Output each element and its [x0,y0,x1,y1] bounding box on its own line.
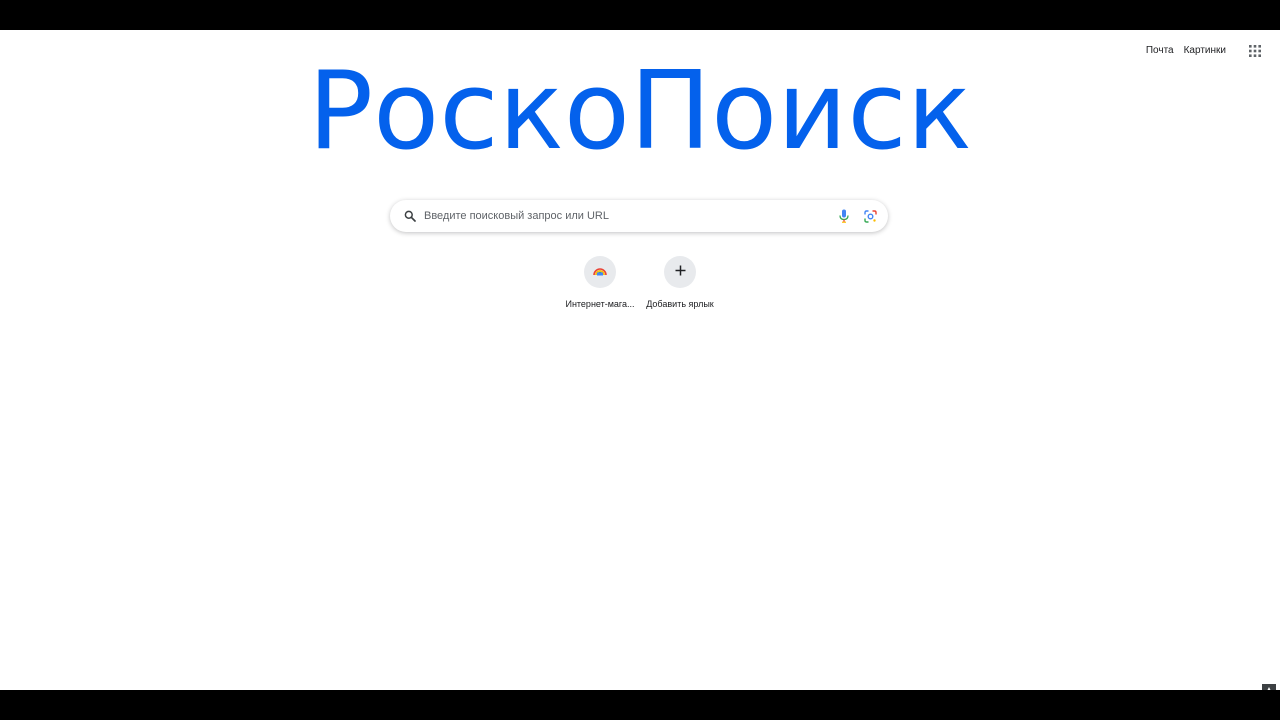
search-box[interactable] [390,200,888,232]
search-icon [403,209,417,223]
rainbow-icon [593,263,607,281]
shortcut-web-store[interactable]: Интернет-мага... [562,254,638,314]
shortcut-icon-circle [584,256,616,288]
plus-icon [675,263,686,281]
microphone-icon[interactable] [835,207,853,225]
shortcuts: Интернет-мага... Добавить ярлык [562,254,718,314]
search-input[interactable] [424,206,835,226]
shortcut-icon-circle [664,256,696,288]
add-shortcut-button[interactable]: Добавить ярлык [642,254,718,314]
shortcut-label: Добавить ярлык [646,299,714,309]
logo: РоскоПоиск [308,49,972,174]
letterbox-top [0,0,1280,30]
letterbox-bottom [0,690,1280,720]
lens-icon[interactable] [861,207,879,225]
new-tab-page: Почта Картинки РоскоПоиск Введите поиско… [0,30,1280,690]
shortcut-label: Интернет-мага... [565,299,635,309]
